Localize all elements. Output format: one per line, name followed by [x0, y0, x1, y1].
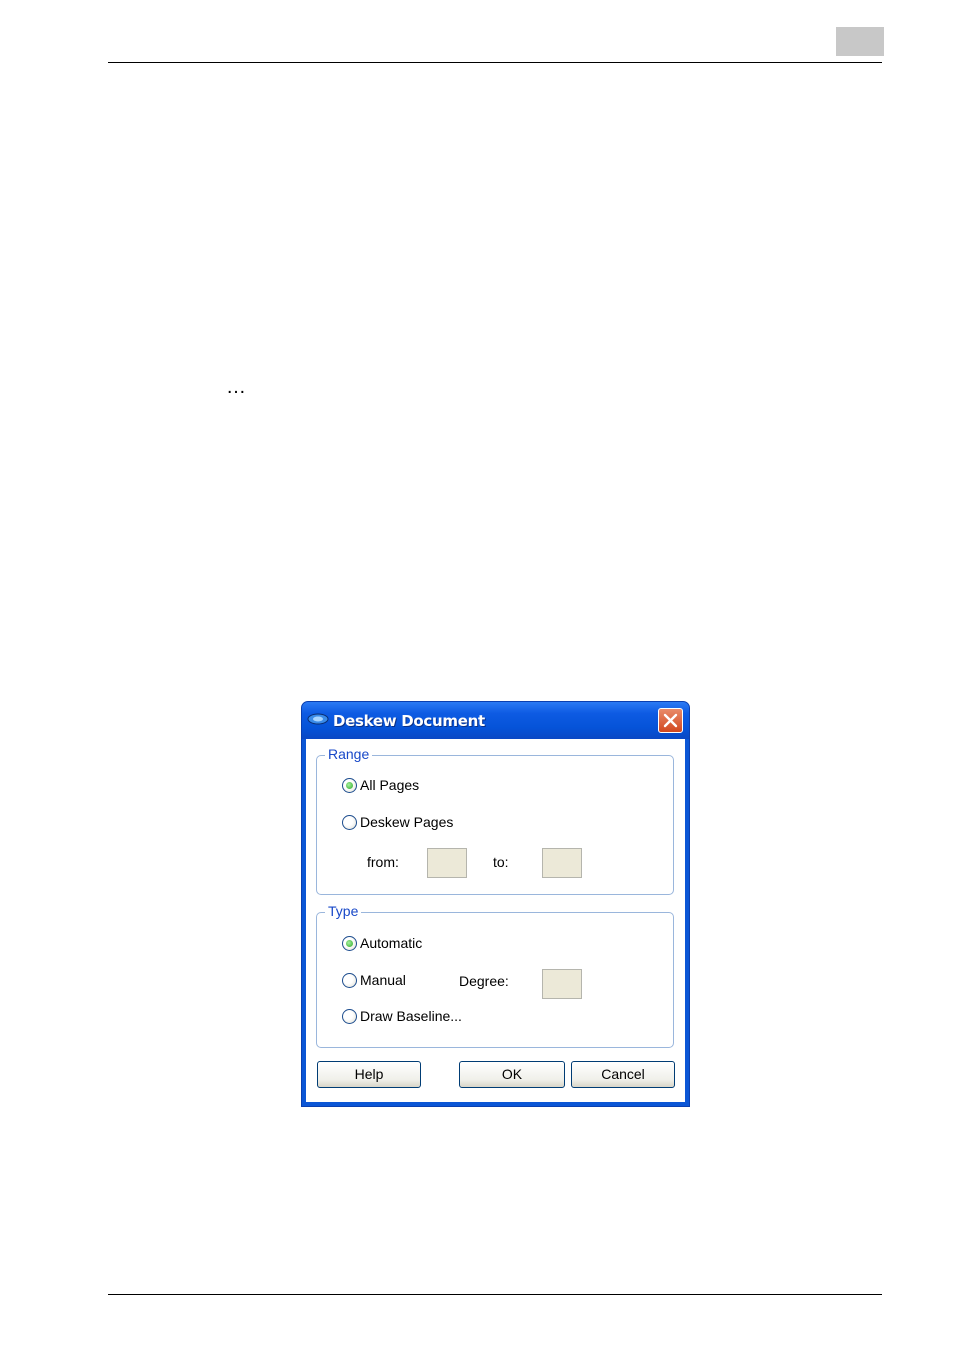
help-button[interactable]: Help: [317, 1061, 421, 1088]
range-group: Range All Pages Deskew Pages from: to:: [316, 746, 674, 895]
dialog-body: Range All Pages Deskew Pages from: to: T…: [306, 739, 685, 1102]
radio-selected[interactable]: [342, 777, 357, 793]
from-label: from:: [367, 854, 399, 870]
to-label: to:: [493, 854, 509, 870]
title-bar[interactable]: Deskew Document: [302, 702, 689, 739]
radio-unselected[interactable]: [342, 972, 357, 988]
header-rule: [108, 62, 882, 63]
deskew-pages-radio[interactable]: Deskew Pages: [342, 814, 453, 830]
to-field[interactable]: [542, 848, 582, 878]
radio-selected[interactable]: [342, 935, 357, 951]
ok-button[interactable]: OK: [459, 1061, 565, 1088]
deskew-pages-label: Deskew Pages: [360, 814, 454, 830]
draw-baseline-label: Draw Baseline...: [360, 1008, 462, 1024]
draw-baseline-radio[interactable]: Draw Baseline...: [342, 1008, 462, 1024]
radio-unselected[interactable]: [342, 814, 357, 830]
close-icon: [663, 713, 678, 728]
deskew-document-dialog: Deskew Document Range All Pages Deskew P…: [301, 701, 690, 1107]
automatic-radio[interactable]: Automatic: [342, 935, 422, 951]
manual-radio[interactable]: Manual: [342, 972, 406, 988]
range-legend: Range: [325, 746, 373, 762]
all-pages-radio[interactable]: All Pages: [342, 777, 419, 793]
ellipsis-mark: …: [226, 376, 247, 398]
footer-rule: [108, 1294, 882, 1295]
automatic-label: Automatic: [360, 935, 423, 951]
close-button[interactable]: [658, 708, 683, 733]
degree-field[interactable]: [542, 969, 582, 999]
manual-label: Manual: [360, 972, 406, 988]
degree-label: Degree:: [459, 973, 509, 989]
from-field[interactable]: [427, 848, 467, 878]
type-group: Type Automatic Manual Degree: Draw Basel…: [316, 903, 674, 1048]
page-number-tab: [836, 27, 884, 56]
radio-unselected[interactable]: [342, 1008, 357, 1024]
dialog-title: Deskew Document: [333, 712, 485, 730]
type-legend: Type: [325, 903, 362, 919]
cancel-button[interactable]: Cancel: [571, 1061, 675, 1088]
app-icon: [307, 712, 329, 726]
all-pages-label: All Pages: [360, 777, 420, 793]
